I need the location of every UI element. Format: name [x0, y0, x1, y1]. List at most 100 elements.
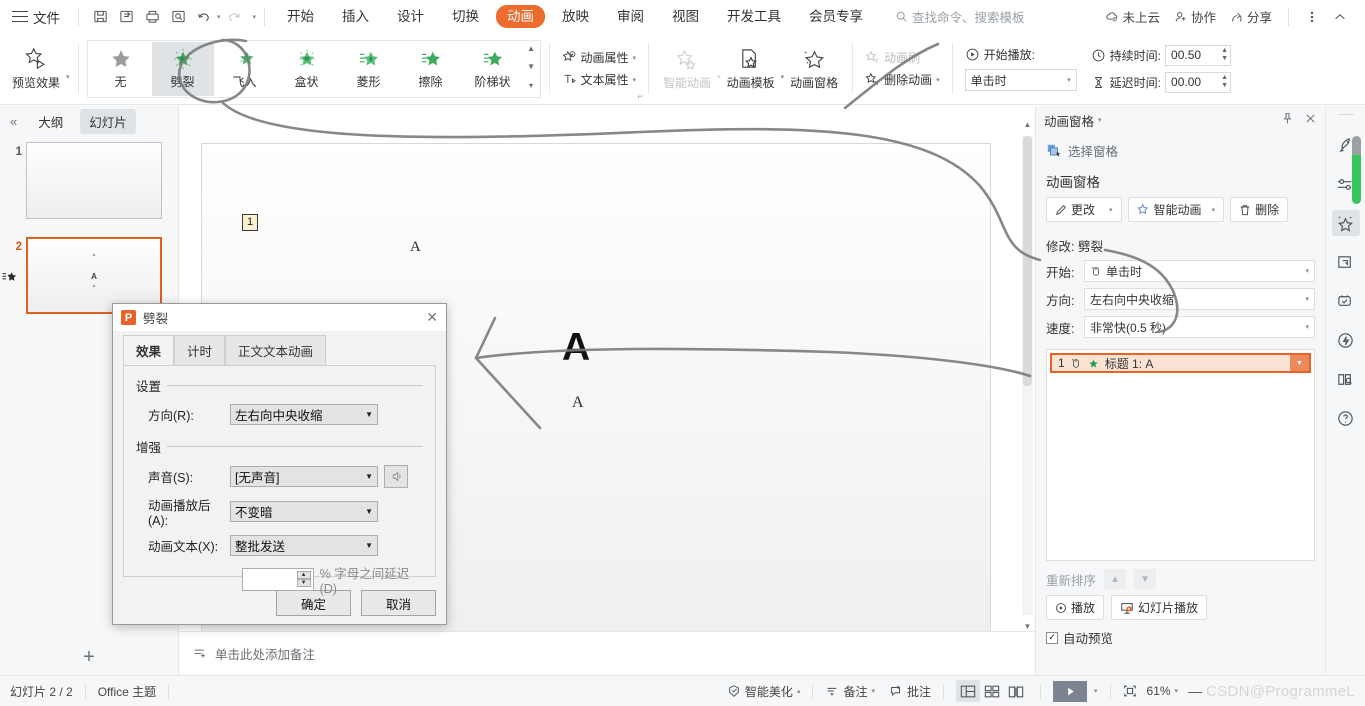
delay-input[interactable]: 00.00 ▲ ▼	[1165, 71, 1232, 93]
chevron-down-icon[interactable]: ▾	[936, 76, 940, 84]
fit-to-window-button[interactable]	[1123, 684, 1137, 698]
anim-split[interactable]: 劈裂	[151, 41, 214, 96]
notes-area[interactable]: 单击此处添加备注	[179, 631, 1035, 675]
preview-caret-icon[interactable]: ▾	[66, 73, 70, 81]
chevron-down-icon[interactable]: ▾	[1109, 206, 1113, 214]
close-pane-icon[interactable]	[1304, 112, 1317, 128]
anim-item-dropdown-icon[interactable]: ▼	[1290, 355, 1309, 371]
more-options-icon[interactable]	[1299, 5, 1325, 29]
anim-diamond[interactable]: 菱形	[338, 42, 400, 96]
gallery-expand-icon[interactable]: ▾	[525, 79, 538, 96]
redo-icon[interactable]	[221, 5, 247, 29]
print-icon[interactable]	[139, 5, 165, 29]
letter-delay-input[interactable]: ▲ ▼	[242, 568, 314, 591]
search-input[interactable]: 查找命令、搜索模板	[895, 7, 1025, 26]
chevron-down-icon[interactable]: ▼	[365, 472, 373, 481]
normal-view-icon[interactable]	[956, 680, 980, 702]
gallery-scroll-up-icon[interactable]: ▲	[525, 42, 538, 59]
sorter-view-icon[interactable]	[980, 680, 1004, 702]
canvas-vertical-scrollbar[interactable]: ▲ ▼ ▼	[1022, 120, 1033, 631]
slide-text-top[interactable]: A	[410, 239, 421, 256]
anim-direction-select[interactable]: 左右向中央收缩 ▾	[1084, 288, 1315, 310]
animation-pane-button[interactable]: 动画窗格	[784, 43, 844, 95]
play-button[interactable]: 播放	[1046, 595, 1105, 620]
anim-speed-select[interactable]: 非常快(0.5 秒) ▾	[1084, 316, 1315, 338]
thumbnail-row-2[interactable]: 2 A A A	[0, 219, 178, 314]
delete-animation-pane-button[interactable]: 删除	[1230, 197, 1289, 222]
anim-stairs[interactable]: 阶梯状	[462, 42, 524, 96]
undo-icon[interactable]	[191, 5, 217, 29]
duration-input[interactable]: 00.50 ▲ ▼	[1165, 44, 1232, 66]
tab-transition[interactable]: 切换	[441, 5, 490, 28]
tab-member[interactable]: 会员专享	[798, 5, 874, 28]
chevron-down-icon[interactable]: ▾	[1175, 687, 1179, 695]
notes-toggle-button[interactable]: 备注 ▾	[825, 683, 875, 700]
file-menu[interactable]: 文件	[33, 7, 60, 27]
chevron-down-icon[interactable]: ▼	[365, 541, 373, 550]
dialog-tab-text-animation[interactable]: 正文文本动画	[225, 335, 327, 365]
auto-preview-row[interactable]: ✓ 自动预览	[1036, 626, 1325, 649]
dialog-tab-effect[interactable]: 效果	[123, 335, 175, 366]
scroll-up-icon[interactable]: ▲	[1022, 120, 1033, 129]
tab-animation[interactable]: 动画	[496, 5, 546, 28]
sound-preview-button[interactable]	[384, 465, 408, 488]
start-slideshow-button[interactable]	[1053, 680, 1087, 702]
modify-animation-button[interactable]: 更改 ▾	[1046, 197, 1122, 222]
sound-select[interactable]: [无声音] ▼	[230, 466, 378, 487]
pin-pane-icon[interactable]	[1281, 112, 1294, 128]
chevron-down-icon[interactable]: ▾	[871, 687, 875, 695]
duration-stepper[interactable]: ▲ ▼	[1221, 47, 1228, 63]
tab-insert[interactable]: 插入	[331, 5, 380, 28]
thumb-animation-indicator-icon[interactable]	[2, 271, 18, 288]
save-as-icon[interactable]	[113, 5, 139, 29]
anim-property-button[interactable]: 动画属性 ▾	[561, 49, 637, 66]
scroll-down-icon[interactable]: ▼	[1022, 622, 1033, 631]
slide-text-title[interactable]: A	[562, 326, 590, 370]
menu-hamburger-icon[interactable]	[12, 10, 28, 23]
tab-slides[interactable]: 幻灯片	[80, 108, 136, 134]
delete-animation-button[interactable]: 删除动画 ▾	[865, 71, 940, 88]
tab-design[interactable]: 设计	[386, 5, 435, 28]
anim-wipe[interactable]: 擦除	[400, 42, 462, 96]
anim-box[interactable]: 盒状	[276, 42, 338, 96]
anim-flyin[interactable]: 飞入	[214, 42, 276, 96]
book-search-icon[interactable]	[1332, 366, 1360, 392]
share-button[interactable]: 分享	[1224, 4, 1278, 29]
letter-delay-stepper[interactable]: ▲ ▼	[296, 571, 311, 587]
smart-animation-button[interactable]: 智能动画	[657, 43, 717, 95]
anim-start-select[interactable]: 单击时 ▾	[1084, 260, 1315, 282]
collapse-ribbon-icon[interactable]	[1327, 5, 1353, 29]
collaborate-button[interactable]: 协作	[1168, 4, 1222, 29]
animate-text-select[interactable]: 整批发送 ▼	[230, 535, 378, 556]
anim-none[interactable]: 无	[90, 42, 152, 96]
start-play-select[interactable]: 单击时 ▾	[964, 69, 1077, 91]
chevron-down-icon[interactable]: ▾	[633, 54, 637, 62]
tab-slideshow[interactable]: 放映	[551, 5, 600, 28]
direction-select[interactable]: 左右向中央收缩 ▼	[230, 404, 378, 425]
delay-stepper[interactable]: ▲ ▼	[1221, 74, 1228, 90]
lightning-icon[interactable]	[1332, 327, 1360, 353]
slide-text-bottom[interactable]: A	[572, 394, 584, 412]
dialog-tab-timing[interactable]: 计时	[174, 335, 226, 365]
zoom-level[interactable]: 61% ▾	[1147, 684, 1179, 698]
split-effect-dialog[interactable]: P 劈裂 ✕ 效果 计时 正文文本动画 设置 方向(R): 左右向中央收缩 ▼ …	[112, 303, 447, 625]
animation-star-icon[interactable]	[1331, 210, 1360, 236]
collapse-pane-icon[interactable]: «	[6, 114, 21, 129]
animation-brush-button[interactable]: 动画刷	[865, 49, 940, 66]
chevron-down-icon[interactable]: ▾	[1067, 76, 1071, 84]
slideshow-options-icon[interactable]: ▾	[1094, 687, 1098, 695]
zoom-out-button[interactable]: —	[1188, 683, 1202, 699]
tab-developer[interactable]: 开发工具	[716, 5, 792, 28]
chevron-down-icon[interactable]: ▾	[1305, 323, 1309, 331]
dialog-close-icon[interactable]: ✕	[426, 309, 438, 326]
smart-beautify-button[interactable]: 智能美化 ▴	[727, 683, 800, 700]
reading-view-icon[interactable]	[1004, 680, 1028, 702]
preview-effect-button[interactable]: 预览效果	[6, 42, 66, 95]
chevron-down-icon[interactable]: ▼	[365, 410, 373, 419]
chevron-down-icon[interactable]: ▾	[633, 76, 637, 84]
quick-access-more-icon[interactable]: ▾	[253, 13, 257, 21]
tab-review[interactable]: 审阅	[606, 5, 655, 28]
text-property-button[interactable]: 文本属性 ▾	[562, 71, 637, 88]
chevron-down-icon[interactable]: ▾	[1305, 267, 1309, 275]
chevron-down-icon[interactable]: ▾	[1098, 116, 1102, 124]
